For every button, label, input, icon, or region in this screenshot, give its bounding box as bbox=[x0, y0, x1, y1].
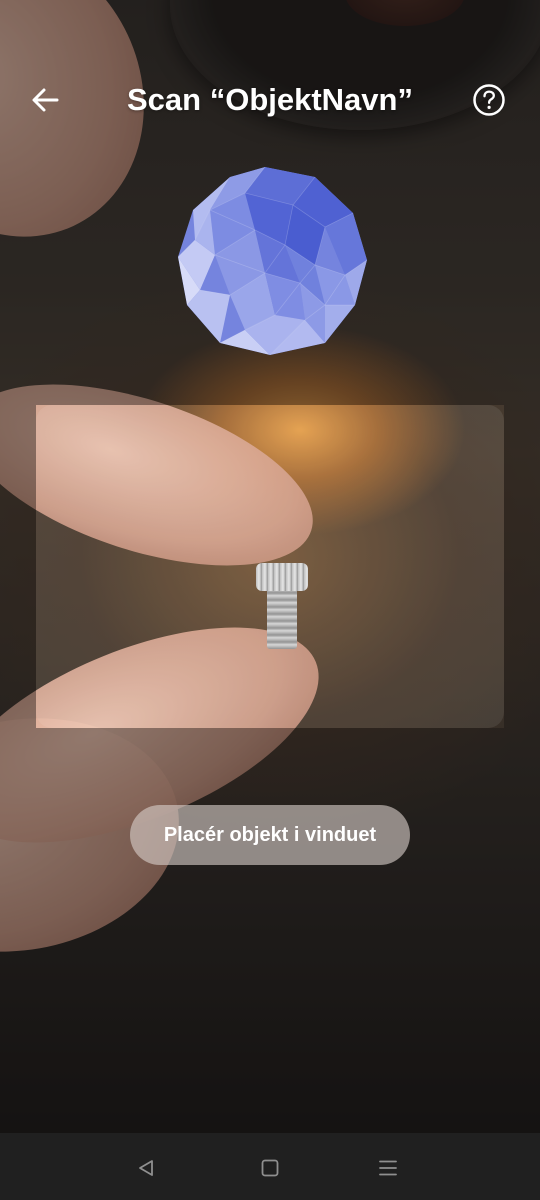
hint-text: Placér objekt i vinduet bbox=[163, 823, 377, 846]
header: Scan “ObjektNavn” bbox=[0, 70, 540, 130]
back-button[interactable] bbox=[22, 80, 68, 120]
geodesic-sphere-icon bbox=[178, 167, 367, 355]
help-button[interactable] bbox=[472, 83, 506, 117]
hint-pill: Placér objekt i vinduet bbox=[130, 805, 410, 865]
system-nav-bar bbox=[0, 1133, 540, 1200]
nav-recents-icon bbox=[379, 1160, 397, 1176]
nav-home-button[interactable] bbox=[255, 1153, 285, 1183]
arrow-left-icon bbox=[32, 88, 59, 112]
page-title: Scan “ObjektNavn” bbox=[127, 82, 413, 117]
nav-back-icon bbox=[139, 1160, 153, 1176]
nav-home-icon bbox=[261, 1159, 279, 1177]
nav-recents-button[interactable] bbox=[373, 1153, 403, 1183]
scan-window bbox=[36, 405, 504, 728]
question-circle-icon bbox=[473, 84, 505, 116]
nav-back-button[interactable] bbox=[131, 1153, 161, 1183]
